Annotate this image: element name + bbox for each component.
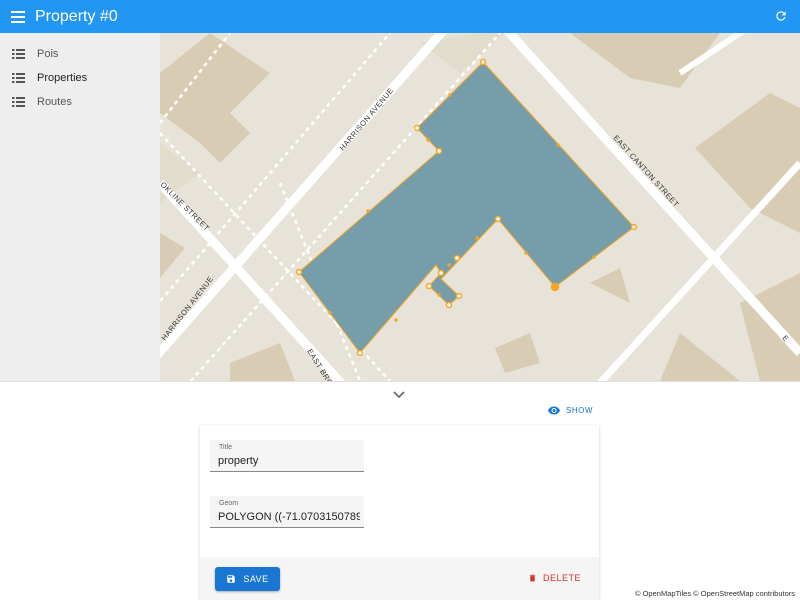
property-form-card: Title property Geom POLYGON ((-71.070315…: [200, 425, 599, 600]
show-button[interactable]: SHOW: [548, 406, 593, 415]
chevron-down-icon[interactable]: [393, 391, 405, 399]
trash-icon: [529, 574, 536, 582]
sidebar-item-routes[interactable]: Routes: [0, 90, 160, 114]
geom-field[interactable]: Geom POLYGON ((-71.070315078931: [210, 496, 364, 528]
form-actions: SAVE DELETE: [200, 557, 599, 600]
list-icon: [12, 73, 25, 83]
save-button[interactable]: SAVE: [215, 567, 280, 591]
refresh-icon[interactable]: [774, 9, 788, 23]
street-label-east-canton: EAST CANTON STREET: [612, 133, 681, 209]
sidebar-item-pois[interactable]: Pois: [0, 42, 160, 66]
title-field-value[interactable]: property: [218, 455, 360, 467]
menu-icon[interactable]: [11, 10, 27, 23]
sidebar-item-label: Properties: [37, 72, 88, 84]
eye-icon: [548, 406, 560, 415]
sidebar-item-label: Pois: [37, 48, 59, 60]
street-label-harrison-upper: HARRISON AVENUE: [338, 86, 396, 152]
sidebar-item-label: Routes: [37, 96, 72, 108]
map-attribution: © OpenMapTiles © OpenStreetMap contribut…: [634, 589, 795, 598]
sidebar-item-properties[interactable]: Properties: [0, 66, 160, 90]
save-button-label: SAVE: [243, 574, 269, 584]
title-field[interactable]: Title property: [210, 440, 364, 472]
street-label-east-bro: EAST BRO: [305, 347, 335, 381]
property-polygon[interactable]: [298, 61, 635, 354]
street-label-brookline: OKLINE STREET: [160, 180, 211, 233]
geom-field-value[interactable]: POLYGON ((-71.070315078931: [218, 511, 360, 523]
map[interactable]: HARRISON AVENUE HARRISON AVENUE OKLINE S…: [160, 33, 800, 381]
page-title: Property #0: [35, 7, 118, 25]
street-label-harrison-lower: HARRISON AVENUE: [160, 274, 215, 342]
list-icon: [12, 49, 25, 59]
save-icon: [227, 575, 236, 583]
list-icon: [12, 97, 25, 107]
delete-button[interactable]: DELETE: [528, 573, 581, 583]
map-canvas[interactable]: HARRISON AVENUE HARRISON AVENUE OKLINE S…: [160, 33, 800, 381]
app-bar: Property #0: [0, 0, 800, 33]
title-field-label: Title: [219, 444, 232, 451]
delete-button-label: DELETE: [543, 573, 582, 583]
geom-field-label: Geom: [219, 500, 239, 507]
sidebar: Pois Properties Routes: [0, 33, 160, 381]
show-button-label: SHOW: [566, 406, 593, 415]
